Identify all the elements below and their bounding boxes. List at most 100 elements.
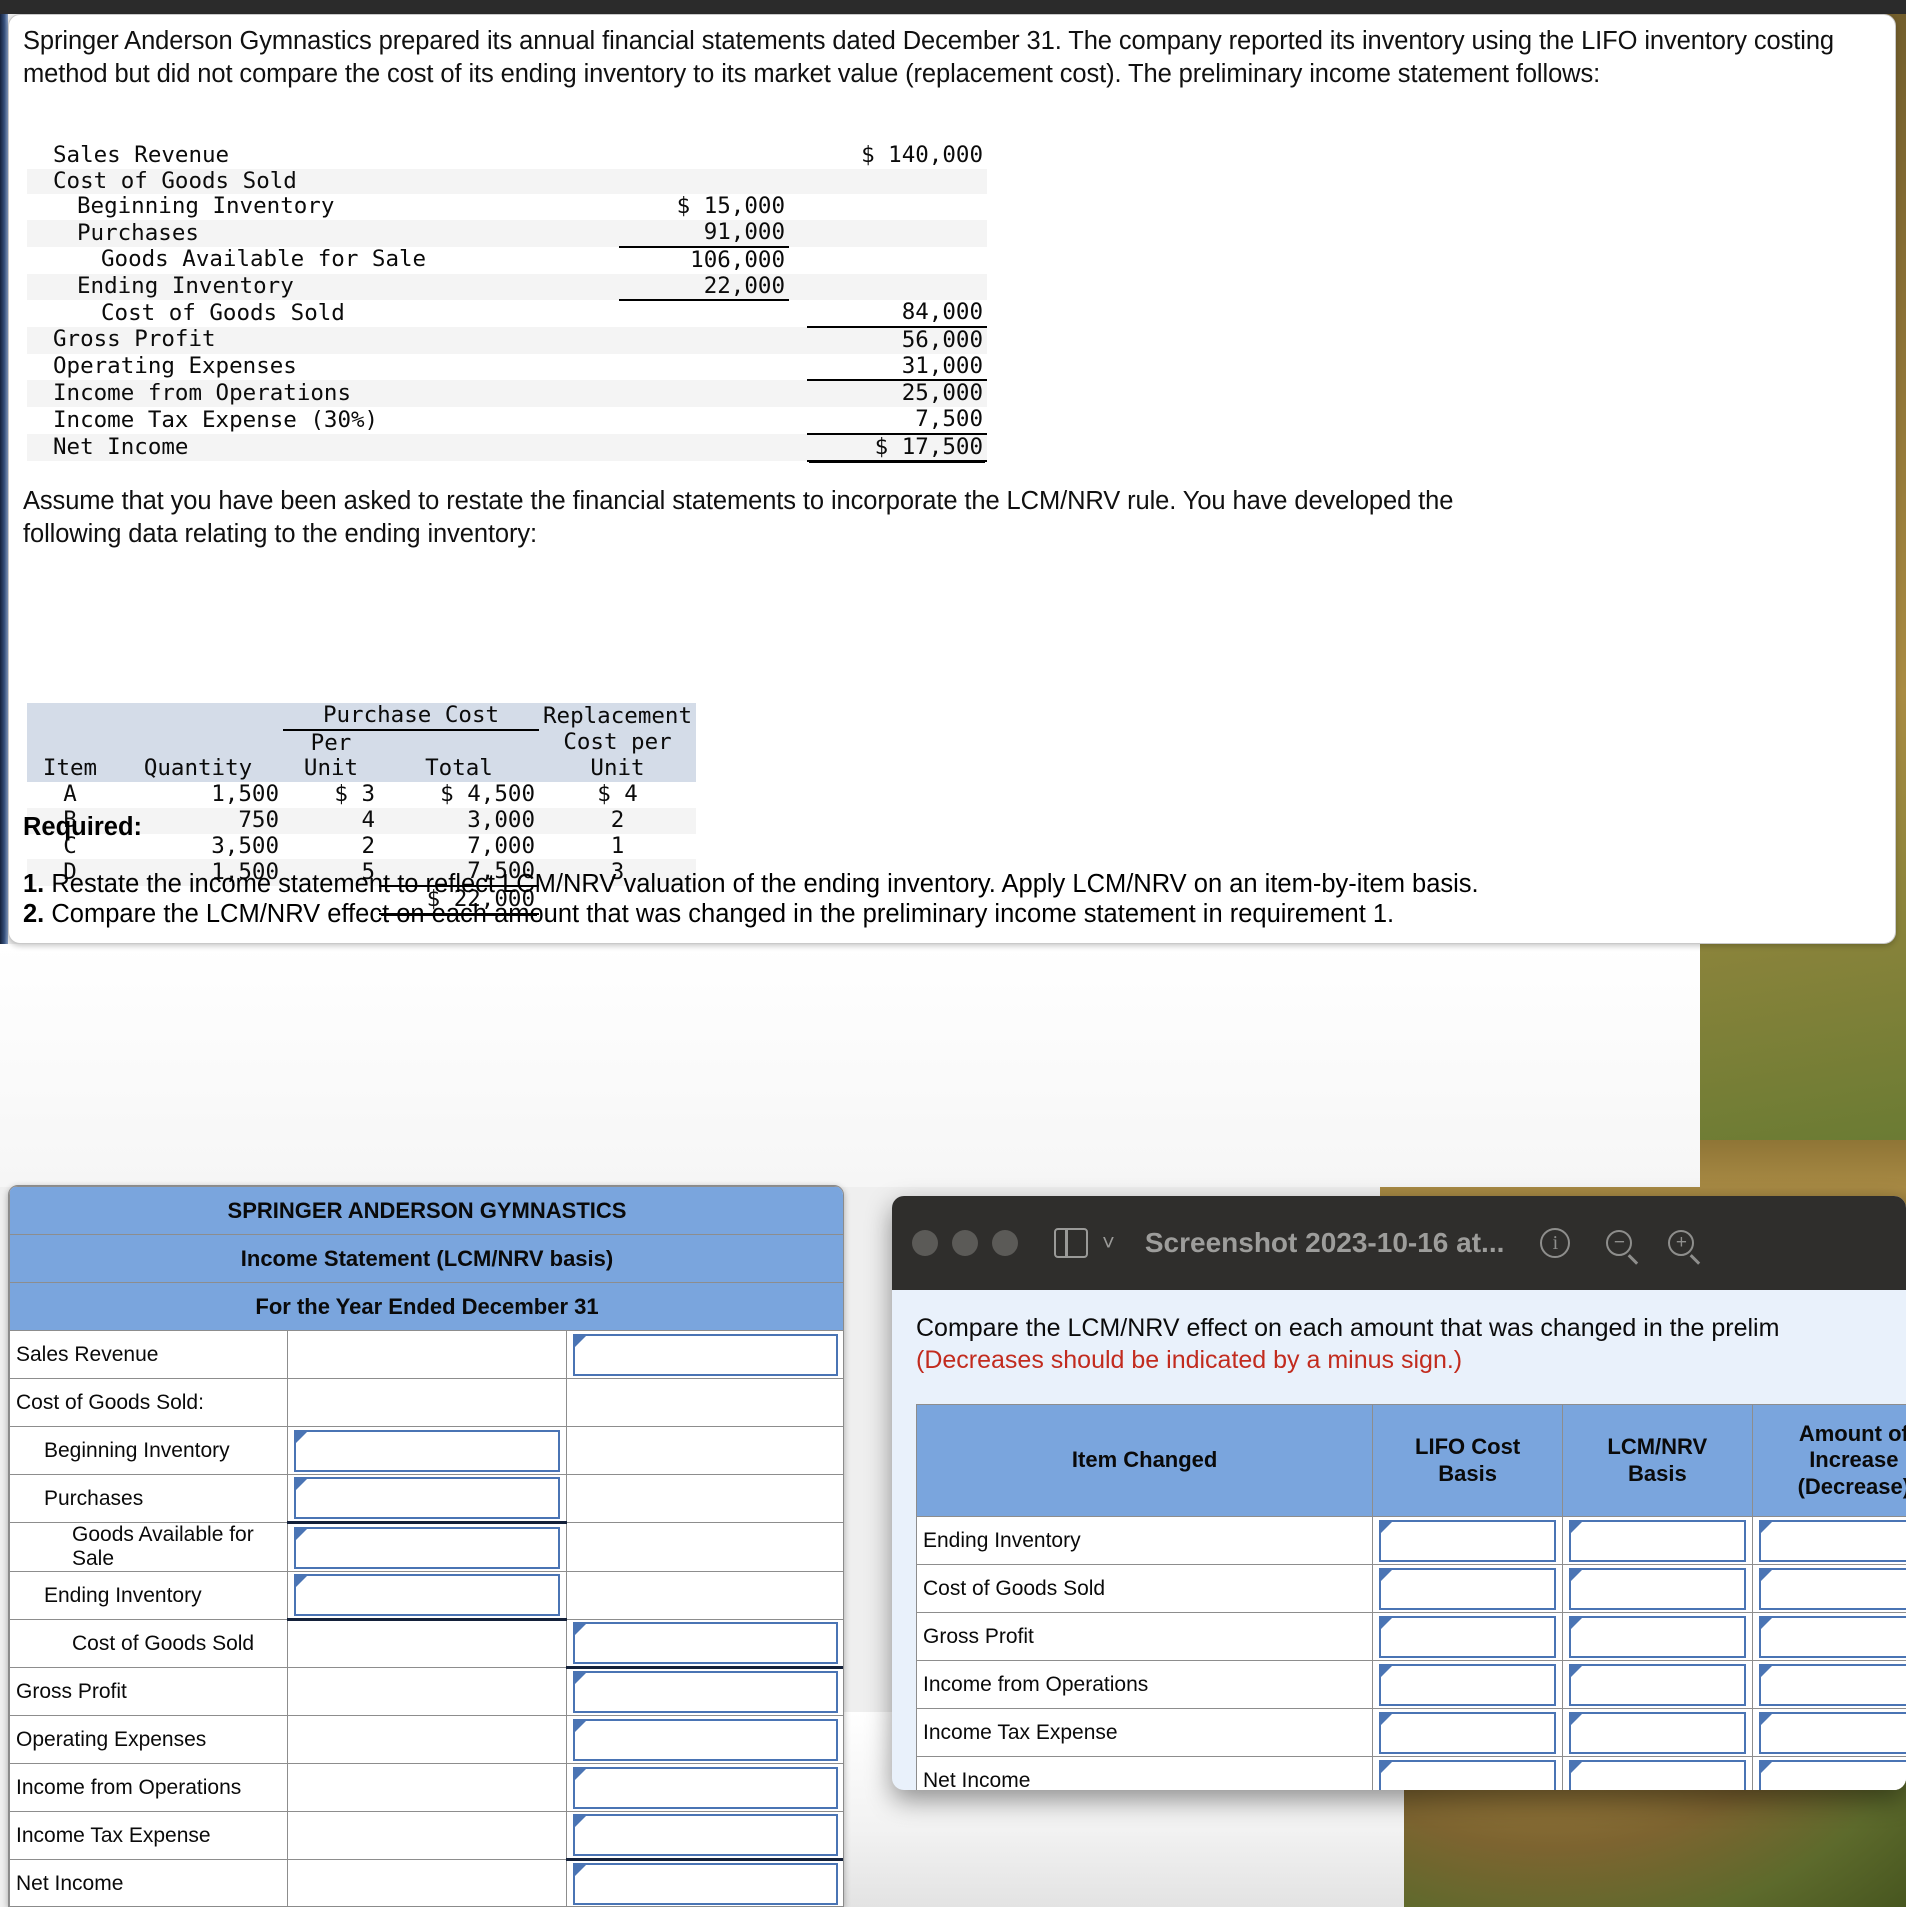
lcm-nrv-basis-input-cell[interactable] xyxy=(1561,1708,1753,1757)
answer-row[interactable]: Gross Profit xyxy=(9,1667,843,1716)
answer-row-label: Cost of Goods Sold xyxy=(9,1619,289,1668)
answer-cell-col-b[interactable] xyxy=(565,1667,843,1716)
zoom-in-icon[interactable]: + xyxy=(1668,1230,1695,1256)
answer-input-cell[interactable] xyxy=(1379,1615,1556,1658)
answer-cell-col-b[interactable] xyxy=(565,1330,843,1379)
zoom-out-icon[interactable]: − xyxy=(1606,1230,1633,1256)
amount-change-input-cell[interactable] xyxy=(1751,1516,1906,1565)
lifo-basis-input-cell[interactable] xyxy=(1372,1660,1563,1709)
answer-row[interactable]: Sales Revenue xyxy=(9,1330,843,1379)
answer-row[interactable]: Cost of Goods Sold: xyxy=(9,1378,843,1427)
amount-change-input-cell[interactable] xyxy=(1751,1756,1906,1790)
answer-cell-col-b[interactable] xyxy=(565,1763,843,1812)
answer-input-cell[interactable] xyxy=(1379,1663,1556,1706)
answer-input-cell[interactable] xyxy=(1758,1615,1906,1658)
answer-cell-col-a[interactable] xyxy=(287,1522,567,1572)
answer-input-cell[interactable] xyxy=(1568,1711,1746,1754)
answer-input-cell[interactable] xyxy=(572,1766,838,1809)
answer-input-cell[interactable] xyxy=(1379,1567,1556,1610)
amount-change-input-cell[interactable] xyxy=(1751,1612,1906,1661)
answer-cell-col-b[interactable] xyxy=(565,1715,843,1764)
answer-row[interactable]: Income Tax Expense xyxy=(9,1811,843,1861)
answer-row[interactable]: Purchases xyxy=(9,1474,843,1524)
answer-row[interactable]: Cost of Goods Sold xyxy=(9,1619,843,1669)
answer-input-cell[interactable] xyxy=(1379,1519,1556,1562)
lcm-nrv-basis-input-cell[interactable] xyxy=(1561,1564,1753,1613)
answer-income-statement-table[interactable]: SPRINGER ANDERSON GYMNASTICS Income Stat… xyxy=(9,1186,843,1906)
answer-input-cell[interactable] xyxy=(572,1862,838,1905)
answer-row[interactable]: Income from Operations xyxy=(9,1763,843,1812)
amount-change-input-cell[interactable] xyxy=(1751,1564,1906,1613)
answer-cell-col-a[interactable] xyxy=(287,1571,567,1621)
item-changed-row[interactable]: Net Income xyxy=(915,1756,1906,1790)
item-changed-row[interactable]: Ending Inventory xyxy=(915,1516,1906,1565)
item-changed-table[interactable]: Item Changed LIFO Cost Basis LCM/NRV Bas… xyxy=(915,1404,1906,1790)
item-changed-row[interactable]: Gross Profit xyxy=(915,1612,1906,1661)
item-changed-row[interactable]: Income from Operations xyxy=(915,1660,1906,1709)
amount-change-input-cell[interactable] xyxy=(1751,1708,1906,1757)
answer-row[interactable]: Ending Inventory xyxy=(9,1571,843,1621)
answer-row[interactable]: Goods Available for Sale xyxy=(9,1522,843,1572)
answer-input-cell[interactable] xyxy=(1568,1615,1746,1658)
requirement-item: 2. Compare the LCM/NRV effect on each am… xyxy=(23,900,1543,930)
row-value-col2: 31,000 xyxy=(807,353,987,382)
lifo-basis-input-cell[interactable] xyxy=(1372,1564,1563,1613)
purchase-cost-group-header-row: Purchase Cost Replacement xyxy=(27,702,697,731)
answer-input-cell[interactable] xyxy=(294,1526,560,1569)
answer-input-cell[interactable] xyxy=(1568,1663,1746,1706)
answer-input-cell[interactable] xyxy=(1758,1567,1906,1610)
answer-row[interactable]: Net Income xyxy=(9,1859,843,1906)
answer-row-label: Net Income xyxy=(9,1859,289,1906)
sheet-title-row-1: SPRINGER ANDERSON GYMNASTICS xyxy=(9,1186,843,1235)
chevron-down-icon[interactable]: ˅ xyxy=(1102,1232,1115,1254)
answer-input-cell[interactable] xyxy=(572,1814,838,1856)
screenshot-preview-window[interactable]: ˅ Screenshot 2023-10-16 at... i − + Comp… xyxy=(892,1196,1906,1790)
answer-cell-col-b[interactable] xyxy=(565,1859,843,1906)
answer-cell-col-a xyxy=(287,1330,567,1379)
answer-input-cell[interactable] xyxy=(1379,1711,1556,1754)
answer-row-label: Income from Operations xyxy=(9,1763,289,1812)
answer-input-cell[interactable] xyxy=(1758,1711,1906,1754)
answer-cell-col-a[interactable] xyxy=(287,1474,567,1524)
answer-input-cell[interactable] xyxy=(294,1574,560,1616)
answer-input-cell[interactable] xyxy=(1379,1759,1556,1790)
answer-row[interactable]: Beginning Inventory xyxy=(9,1426,843,1475)
answer-input-cell[interactable] xyxy=(572,1671,838,1713)
amount-change-input-cell[interactable] xyxy=(1751,1660,1906,1709)
close-dot-icon[interactable] xyxy=(912,1230,938,1256)
answer-cell-col-b[interactable] xyxy=(565,1619,843,1669)
item-changed-row[interactable]: Income Tax Expense xyxy=(915,1708,1906,1757)
preliminary-income-statement: Sales Revenue $ 140,000 Cost of Goods Sold… xyxy=(27,142,987,463)
preview-toolbar-icons[interactable]: i − + xyxy=(1540,1228,1695,1258)
answer-input-cell[interactable] xyxy=(572,1333,838,1376)
answer-spreadsheet-card[interactable]: SPRINGER ANDERSON GYMNASTICS Income Stat… xyxy=(8,1185,844,1907)
lcm-nrv-basis-input-cell[interactable] xyxy=(1561,1612,1753,1661)
answer-cell-col-a[interactable] xyxy=(287,1426,567,1475)
lifo-basis-input-cell[interactable] xyxy=(1372,1516,1563,1565)
answer-input-cell[interactable] xyxy=(1758,1759,1906,1790)
answer-input-cell[interactable] xyxy=(1568,1567,1746,1610)
preview-titlebar[interactable]: ˅ Screenshot 2023-10-16 at... i − + xyxy=(892,1196,1906,1290)
lcm-nrv-basis-input-cell[interactable] xyxy=(1561,1756,1753,1790)
answer-input-cell[interactable] xyxy=(1758,1519,1906,1562)
answer-cell-col-b[interactable] xyxy=(565,1811,843,1861)
answer-input-cell[interactable] xyxy=(1758,1663,1906,1706)
answer-input-cell[interactable] xyxy=(572,1718,838,1761)
sidebar-icon[interactable] xyxy=(1054,1228,1088,1258)
item-changed-row[interactable]: Cost of Goods Sold xyxy=(915,1564,1906,1613)
answer-input-cell[interactable] xyxy=(294,1429,560,1472)
answer-input-cell[interactable] xyxy=(1568,1519,1746,1562)
lifo-basis-input-cell[interactable] xyxy=(1372,1612,1563,1661)
zoom-dot-icon[interactable] xyxy=(992,1230,1018,1256)
answer-input-cell[interactable] xyxy=(1568,1759,1746,1790)
row-value-col1: 106,000 xyxy=(690,246,785,273)
answer-row[interactable]: Operating Expenses xyxy=(9,1715,843,1764)
info-icon[interactable]: i xyxy=(1540,1228,1571,1258)
lifo-basis-input-cell[interactable] xyxy=(1372,1756,1563,1790)
answer-input-cell[interactable] xyxy=(294,1477,560,1519)
minimize-dot-icon[interactable] xyxy=(952,1230,978,1256)
answer-input-cell[interactable] xyxy=(572,1622,838,1664)
lcm-nrv-basis-input-cell[interactable] xyxy=(1561,1516,1753,1565)
lifo-basis-input-cell[interactable] xyxy=(1372,1708,1563,1757)
lcm-nrv-basis-input-cell[interactable] xyxy=(1561,1660,1753,1709)
